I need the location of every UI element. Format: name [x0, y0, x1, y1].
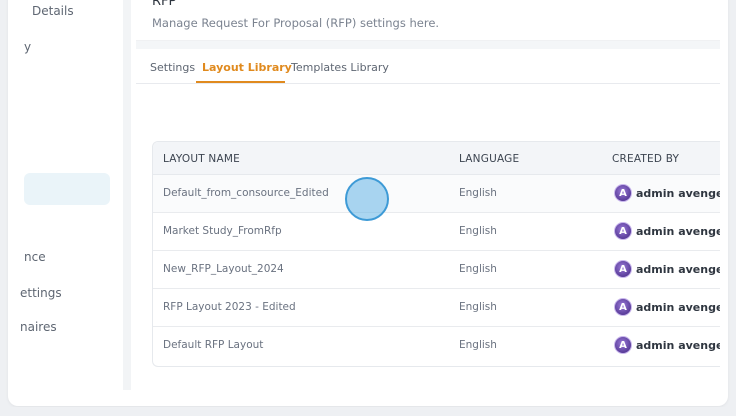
created-by-cell: A admin avengers — [614, 260, 720, 278]
nav-item-y[interactable]: y — [8, 40, 120, 58]
creator-name: admin avengers — [636, 338, 720, 352]
language-cell: English — [459, 187, 497, 199]
layout-name-cell[interactable]: RFP Layout 2023 - Edited — [163, 301, 296, 313]
table-row[interactable]: Market Study_FromRfp English A admin ave… — [153, 213, 720, 251]
layout-name-cell[interactable]: Default_from_consource_Edited — [163, 187, 329, 199]
tab-layout-library[interactable]: Layout Library — [202, 61, 292, 74]
language-cell: English — [459, 225, 497, 237]
page-bottom — [0, 407, 736, 416]
nav-item-selected[interactable] — [24, 173, 110, 205]
layout-table: LAYOUT NAME LANGUAGE CREATED BY Default_… — [152, 141, 720, 367]
nav-item-label: nce — [24, 250, 46, 264]
nav-item-label: Details — [32, 4, 74, 18]
column-header-created-by[interactable]: CREATED BY — [612, 153, 679, 165]
nav-item-details[interactable]: Details — [8, 4, 120, 22]
creator-name: admin avengers — [636, 300, 720, 314]
page-title: RFP — [152, 0, 177, 9]
header-gap — [136, 41, 720, 49]
layout-name-cell[interactable]: New_RFP_Layout_2024 — [163, 263, 284, 275]
active-tab-indicator — [196, 81, 285, 83]
creator-name: admin avengers — [636, 224, 720, 238]
avengers-avatar-icon: A — [614, 184, 632, 202]
avengers-avatar-icon: A — [614, 298, 632, 316]
main-content: RFP Manage Request For Proposal (RFP) se… — [136, 0, 728, 406]
language-cell: English — [459, 339, 497, 351]
page-description: Manage Request For Proposal (RFP) settin… — [152, 16, 440, 30]
page-header: RFP Manage Request For Proposal (RFP) se… — [136, 0, 720, 41]
column-header-layout-name[interactable]: LAYOUT NAME — [163, 153, 240, 165]
language-cell: English — [459, 263, 497, 275]
nav-item-nce[interactable]: nce — [8, 250, 120, 268]
tab-settings[interactable]: Settings — [150, 61, 195, 74]
left-nav: Details y nce ettings naires — [8, 0, 120, 406]
language-cell: English — [459, 301, 497, 313]
table-row[interactable]: Default_from_consource_Edited English A … — [153, 175, 720, 213]
nav-item-label: y — [24, 40, 32, 54]
created-by-cell: A admin avengers — [614, 222, 720, 240]
table-header: LAYOUT NAME LANGUAGE CREATED BY — [153, 142, 720, 175]
click-indicator — [345, 177, 389, 221]
layout-name-cell[interactable]: Default RFP Layout — [163, 339, 263, 351]
column-header-language[interactable]: LANGUAGE — [459, 153, 519, 165]
table-row[interactable]: Default RFP Layout English A admin aveng… — [153, 327, 720, 365]
table-row[interactable]: New_RFP_Layout_2024 English A admin aven… — [153, 251, 720, 289]
avengers-avatar-icon: A — [614, 260, 632, 278]
tab-templates-library[interactable]: Templates Library — [291, 61, 389, 74]
avengers-avatar-icon: A — [614, 336, 632, 354]
created-by-cell: A admin avengers — [614, 298, 720, 316]
nav-item-label: ettings — [20, 286, 62, 300]
nav-item-settings[interactable]: ettings — [8, 286, 120, 304]
nav-divider — [123, 0, 131, 390]
nav-item-naires[interactable]: naires — [8, 320, 120, 338]
nav-item-label: naires — [20, 320, 57, 334]
tab-bar: Settings Layout Library Templates Librar… — [136, 49, 720, 84]
avengers-avatar-icon: A — [614, 222, 632, 240]
creator-name: admin avengers — [636, 262, 720, 276]
created-by-cell: A admin avengers — [614, 184, 720, 202]
created-by-cell: A admin avengers — [614, 336, 720, 354]
layout-name-cell[interactable]: Market Study_FromRfp — [163, 225, 282, 237]
table-row[interactable]: RFP Layout 2023 - Edited English A admin… — [153, 289, 720, 327]
creator-name: admin avengers — [636, 186, 720, 200]
